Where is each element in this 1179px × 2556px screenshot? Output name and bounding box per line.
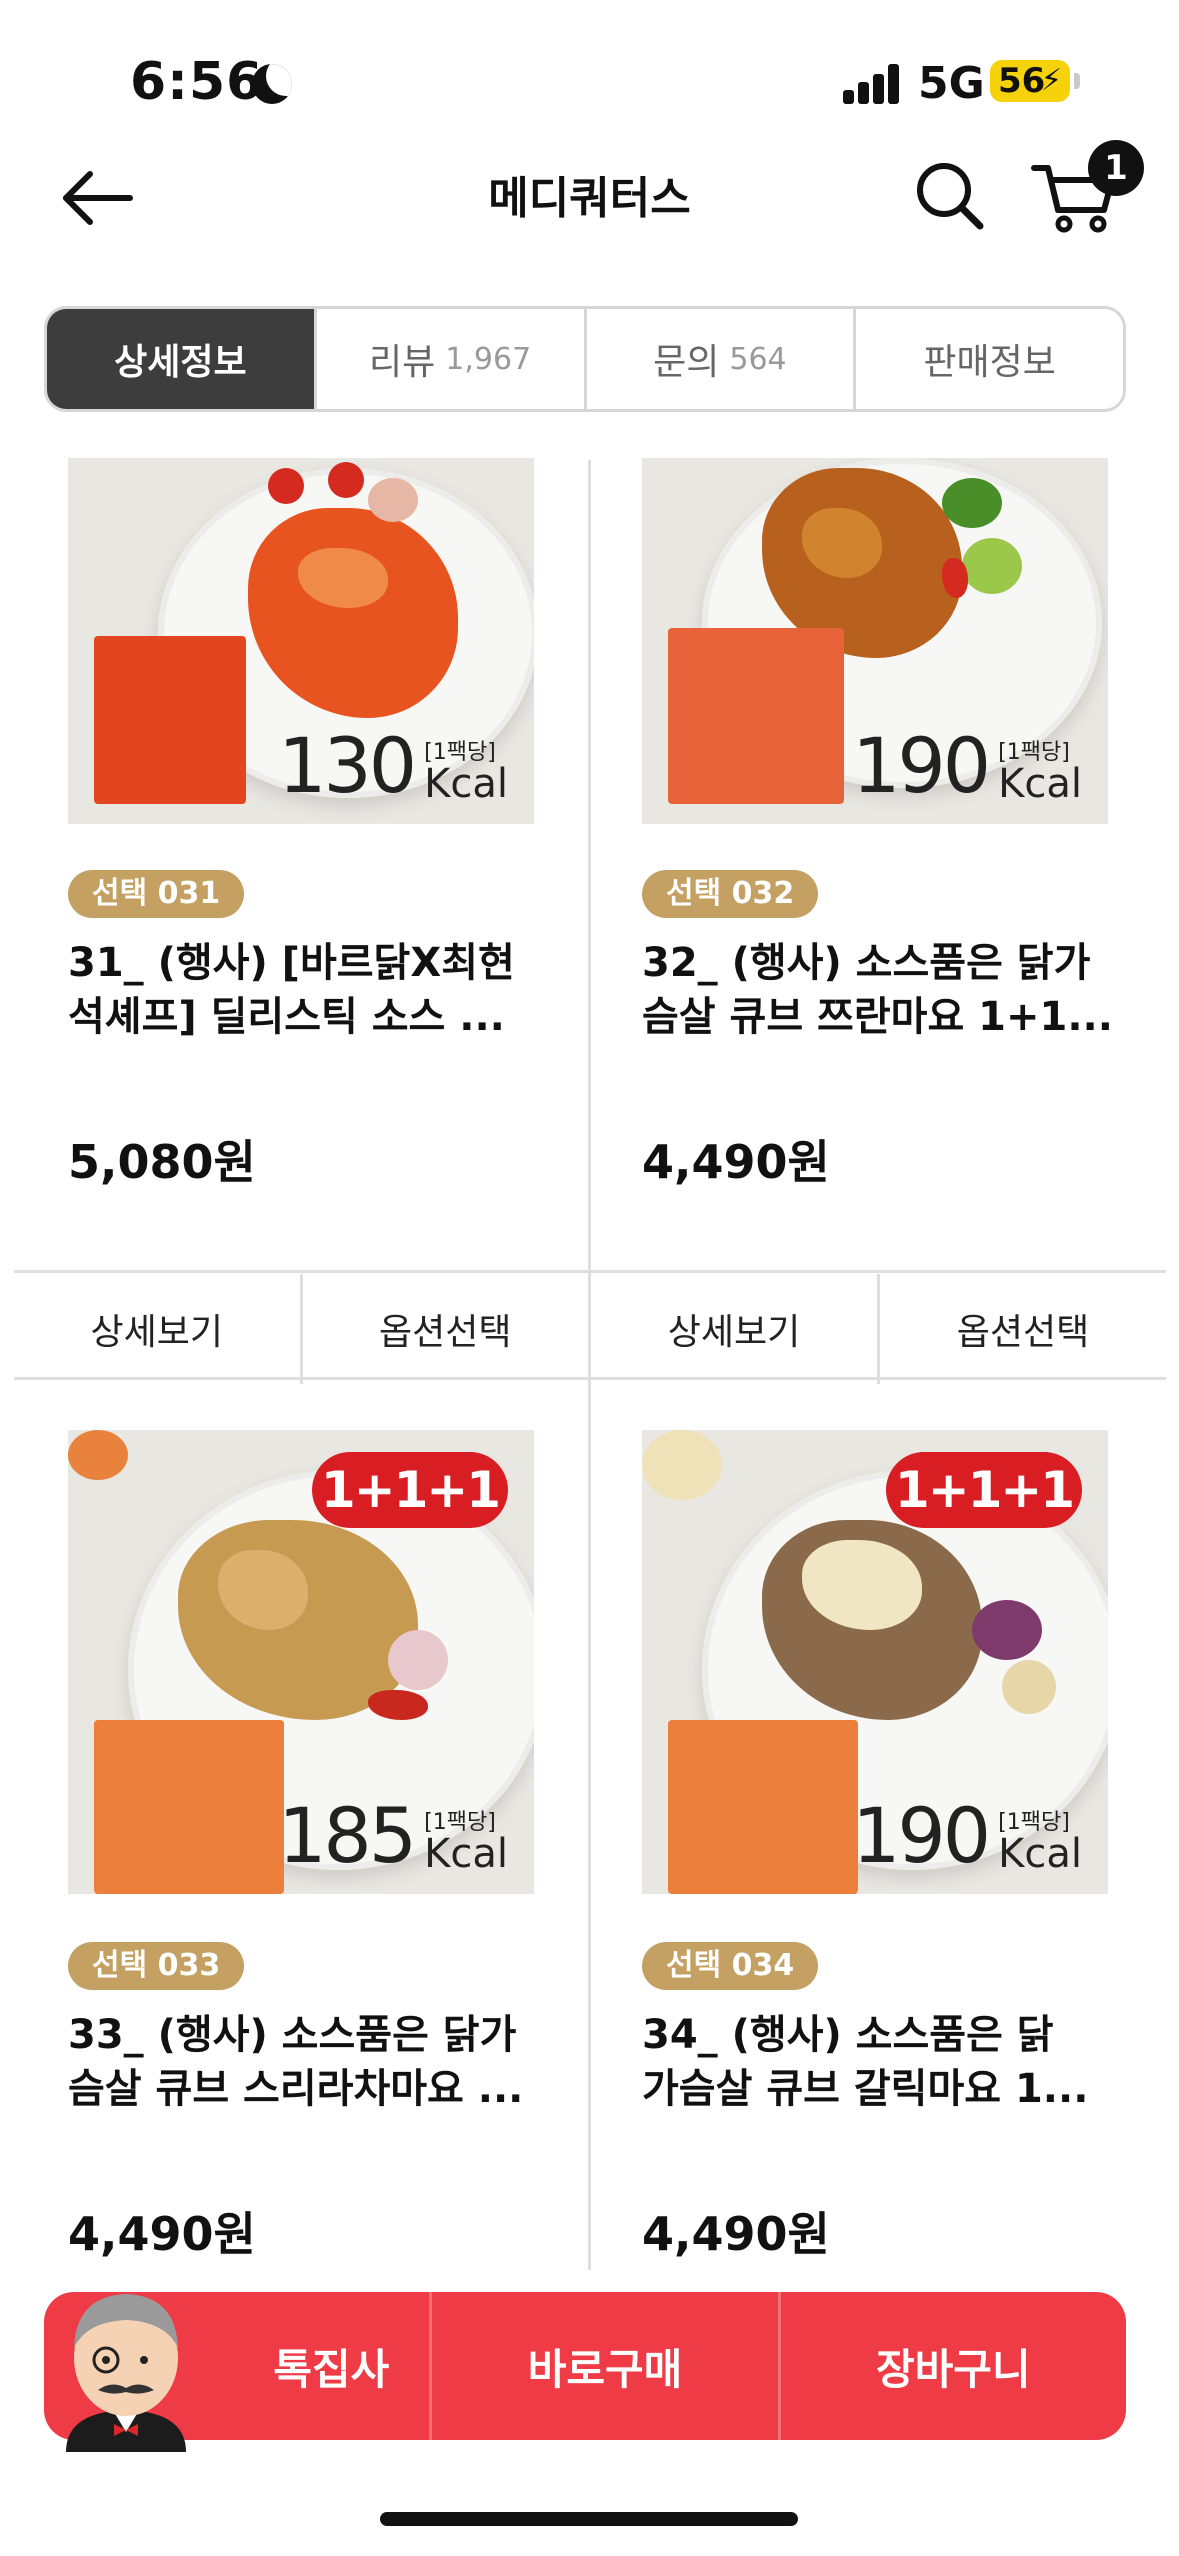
product-image[interactable]: 130 [1팩당] Kcal [68,458,534,824]
view-detail-button[interactable]: 상세보기 [591,1274,877,1384]
option-number-badge: 선택 032 [642,870,819,918]
product-package [668,1720,858,1894]
product-package [94,636,246,804]
product-package [668,628,844,804]
product-name[interactable]: 31_ (행사) [바르닭X최현 석셰프] 딜리스틱 소스 ... [68,936,558,1044]
tab-seller-info[interactable]: 판매정보 [856,309,1123,409]
product-name[interactable]: 32_ (행사) 소스품은 닭가 슴살 큐브 쯔란마요 1+1... [642,936,1132,1044]
tab-label: 판매정보 [923,342,1056,383]
charging-icon: ⚡ [1040,63,1062,98]
view-detail-button[interactable]: 상세보기 [14,1274,300,1384]
product-name[interactable]: 34_ (행사) 소스품은 닭 가슴살 큐브 갈릭마요 1... [642,2008,1132,2116]
option-number-badge: 선택 031 [68,870,245,918]
moon-icon [252,64,292,104]
tab-label: 문의 [653,342,720,383]
status-time: 6:56 [130,52,264,112]
search-button[interactable] [912,158,988,234]
tab-label: 상세정보 [114,342,247,383]
battery-icon: 56 ⚡ [990,60,1080,102]
product-actions: 상세보기 옵션선택 [591,1274,1166,1384]
kcal-label: 190 [1팩당] Kcal [852,1791,1082,1880]
tab-count: 564 [729,341,787,377]
search-icon [917,163,984,230]
option-number-badge: 선택 033 [68,1942,245,1990]
product-price: 5,080원 [68,1135,256,1189]
home-indicator [380,2512,798,2526]
tab-count: 1,967 [445,341,532,377]
product-price: 4,490원 [642,1135,830,1189]
cart-count-badge: 1 [1088,140,1144,196]
product-package [94,1720,284,1894]
buy-now-button[interactable]: 바로구매 [432,2292,777,2440]
status-bar: 6:56 5G 56 ⚡ [0,0,1179,150]
add-to-cart-button[interactable]: 장바구니 [781,2292,1126,2440]
kcal-label: 190 [1팩당] Kcal [852,721,1082,810]
product-image[interactable]: 1+1+1 185 [1팩당] Kcal [68,1430,534,1894]
select-option-button[interactable]: 옵션선택 [880,1274,1166,1384]
select-option-button[interactable]: 옵션선택 [303,1274,589,1384]
tab-label: 리뷰 [369,342,436,383]
battery-level: 56 [998,61,1046,101]
page-title: 메디쿼터스 [488,173,691,224]
product-image[interactable]: 190 [1팩당] Kcal [642,458,1108,824]
product-actions: 상세보기 옵션선택 [14,1274,588,1384]
product-image[interactable]: 1+1+1 190 [1팩당] Kcal [642,1430,1108,1894]
tab-inquiries[interactable]: 문의 564 [586,309,857,409]
tab-detail-info[interactable]: 상세정보 [47,309,317,409]
butler-mascot-icon[interactable] [36,2262,216,2452]
product-price: 4,490원 [68,2207,256,2261]
tab-reviews[interactable]: 리뷰 1,967 [316,309,587,409]
grid-divider [14,1270,1166,1273]
promo-badge: 1+1+1 [886,1452,1082,1528]
promo-badge: 1+1+1 [312,1452,508,1528]
product-price: 4,490원 [642,2207,830,2261]
option-number-badge: 선택 034 [642,1942,819,1990]
network-label: 5G [918,58,985,109]
detail-tabs: 상세정보 리뷰 1,967 문의 564 판매정보 [44,306,1126,412]
kcal-label: 185 [1팩당] Kcal [278,1791,508,1880]
kcal-label: 130 [1팩당] Kcal [278,721,508,810]
product-name[interactable]: 33_ (행사) 소스품은 닭가 슴살 큐브 스리라차마요 ... [68,2008,558,2116]
signal-icon [843,64,903,104]
